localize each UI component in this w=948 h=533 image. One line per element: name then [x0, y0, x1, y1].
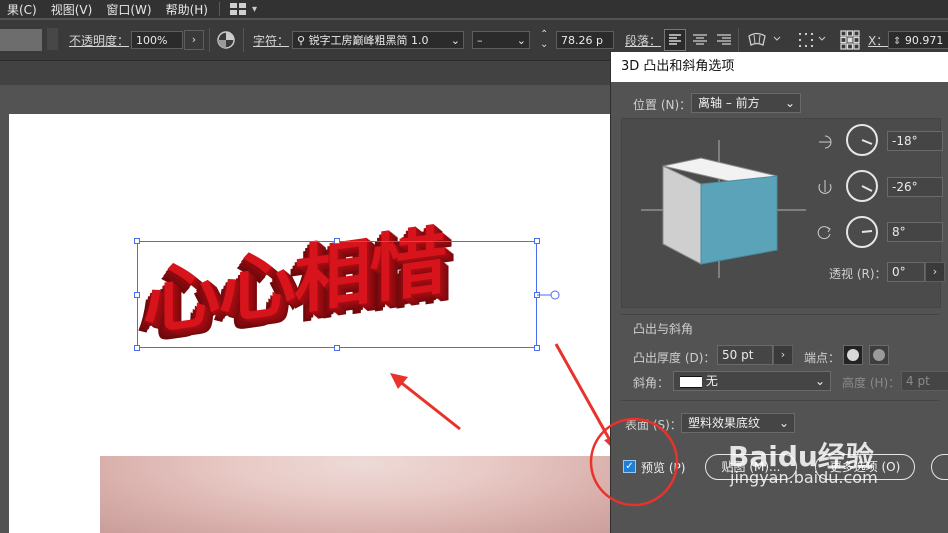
cap-off-icon — [873, 349, 885, 361]
chevron-down-icon: ⌄ — [450, 34, 460, 47]
chevron-down-icon: ⌄ — [784, 96, 795, 110]
align-right-icon[interactable] — [714, 30, 734, 50]
menu-effect[interactable]: 果(C) — [0, 1, 44, 18]
depth-input[interactable]: 50 pt — [717, 345, 773, 365]
character-label[interactable]: 字符： — [253, 32, 289, 49]
font-style-value: – — [477, 34, 483, 47]
perspective-slider-button[interactable]: › — [925, 262, 945, 282]
font-style-select[interactable]: – ⌄ — [472, 31, 530, 49]
chevron-down-icon[interactable] — [817, 34, 827, 44]
font-family-value: 锐字工房巅峰粗黑简 1.0 — [308, 34, 429, 47]
reference-point-icon[interactable] — [839, 29, 861, 51]
layout-grid-icon — [229, 3, 246, 15]
chevron-down-icon: ▾ — [251, 3, 257, 15]
surface-value: 塑料效果底纹 — [688, 416, 761, 430]
divider — [243, 28, 244, 52]
stepper-icon: ⇕ — [893, 36, 902, 47]
rotate-x-icon — [819, 135, 832, 149]
font-search-icon: ⚲ — [297, 34, 309, 47]
menu-window[interactable]: 窗口(W) — [99, 1, 158, 18]
stroke-swatch[interactable] — [0, 29, 42, 51]
x-position-value: 90.971 — [904, 34, 944, 47]
dialog-title: 3D 凸出和斜角选项 — [611, 52, 948, 82]
rotate-y-dial[interactable] — [846, 170, 878, 202]
font-size-stepper-icon[interactable]: ⌃ ⌄ — [540, 30, 548, 50]
bevel-swatch-icon — [680, 375, 702, 388]
position-value: 离轴 – 前方 — [698, 96, 760, 110]
track-cube-icon[interactable] — [631, 128, 811, 298]
cap-on-icon — [847, 349, 859, 361]
paragraph-label[interactable]: 段落： — [625, 32, 661, 49]
x-position-input[interactable]: ⇕ 90.971 — [888, 31, 948, 49]
position-select[interactable]: 离轴 – 前方 ⌄ — [691, 93, 801, 113]
align-center-icon[interactable] — [690, 30, 710, 50]
opacity-arrow-button[interactable]: › — [184, 30, 204, 50]
selection-bounding-box[interactable] — [137, 241, 537, 348]
annotation-arrow-icon — [390, 373, 461, 431]
resize-handle-bottom-left[interactable] — [134, 345, 140, 351]
menu-separator — [218, 2, 220, 16]
rotate-z-input[interactable]: 8° — [887, 222, 943, 242]
annotation-circle — [589, 417, 679, 507]
opacity-label: 不透明度： — [69, 34, 130, 48]
section-divider — [621, 314, 939, 315]
swatch-edge — [47, 28, 58, 50]
menu-bar: 果(C) 视图(V) 窗口(W) 帮助(H) ▾ — [0, 0, 948, 18]
cap-label: 端点： — [804, 351, 841, 365]
opacity-input[interactable]: 100% — [131, 31, 183, 49]
bevel-select[interactable]: 无 ⌄ — [673, 371, 831, 391]
rotate-z-icon — [817, 226, 831, 240]
rotate-x-dial[interactable] — [846, 124, 878, 156]
resize-handle-top-right[interactable] — [534, 238, 540, 244]
menu-view[interactable]: 视图(V) — [44, 1, 100, 18]
menu-help[interactable]: 帮助(H) — [159, 1, 215, 18]
perspective-input[interactable]: 0° — [887, 262, 925, 282]
cap-off-button[interactable] — [869, 345, 889, 365]
resize-handle-bottom[interactable] — [334, 345, 340, 351]
font-size-input[interactable]: 78.26 p — [556, 31, 614, 49]
resize-handle-bottom-right[interactable] — [534, 345, 540, 351]
depth-slider-button[interactable]: › — [773, 345, 793, 365]
watermark-url: jingyan.baidu.com — [730, 468, 878, 487]
resize-handle-top[interactable] — [334, 238, 340, 244]
workspace-switcher[interactable]: ▾ — [224, 3, 263, 15]
chevron-down-icon: ⌄ — [778, 416, 789, 430]
resize-handle-top-left[interactable] — [134, 238, 140, 244]
height-input: 4 pt — [901, 371, 948, 391]
align-left-icon[interactable] — [664, 29, 686, 51]
bevel-label: 斜角： — [633, 376, 670, 390]
rotate-y-input[interactable]: -26° — [887, 177, 943, 197]
depth-label: 凸出厚度 (D)： — [633, 351, 716, 365]
section-divider — [621, 400, 939, 401]
x-label: X： — [868, 34, 889, 48]
perspective-label: 透视 (R)： — [829, 267, 887, 281]
position-label: 位置 (N)： — [633, 98, 692, 112]
chevron-down-icon: ⌄ — [814, 374, 825, 388]
align-objects-icon[interactable] — [796, 30, 816, 50]
bevel-value: 无 — [705, 374, 718, 388]
cap-on-button[interactable] — [843, 345, 863, 365]
font-family-select[interactable]: ⚲ 锐字工房巅峰粗黑简 1.0 ⌄ — [292, 31, 464, 49]
extrude-section-title: 凸出与斜角 — [633, 322, 694, 336]
recolor-icon[interactable] — [217, 31, 235, 49]
surface-select[interactable]: 塑料效果底纹 ⌄ — [681, 413, 795, 433]
rotate-z-dial[interactable] — [846, 216, 878, 248]
envelope-distort-icon[interactable] — [746, 30, 768, 50]
divider — [738, 28, 739, 52]
rotate-x-input[interactable]: -18° — [887, 131, 943, 151]
latte-photo[interactable] — [100, 456, 623, 533]
divider — [209, 28, 210, 52]
chevron-down-icon: ⌄ — [516, 34, 526, 47]
resize-handle-left[interactable] — [134, 292, 140, 298]
height-label: 高度 (H)： — [842, 376, 901, 390]
ok-button[interactable] — [931, 454, 948, 480]
chevron-down-icon[interactable] — [772, 34, 782, 44]
text-threading-port[interactable] — [537, 288, 561, 302]
rotate-y-icon — [818, 180, 832, 194]
